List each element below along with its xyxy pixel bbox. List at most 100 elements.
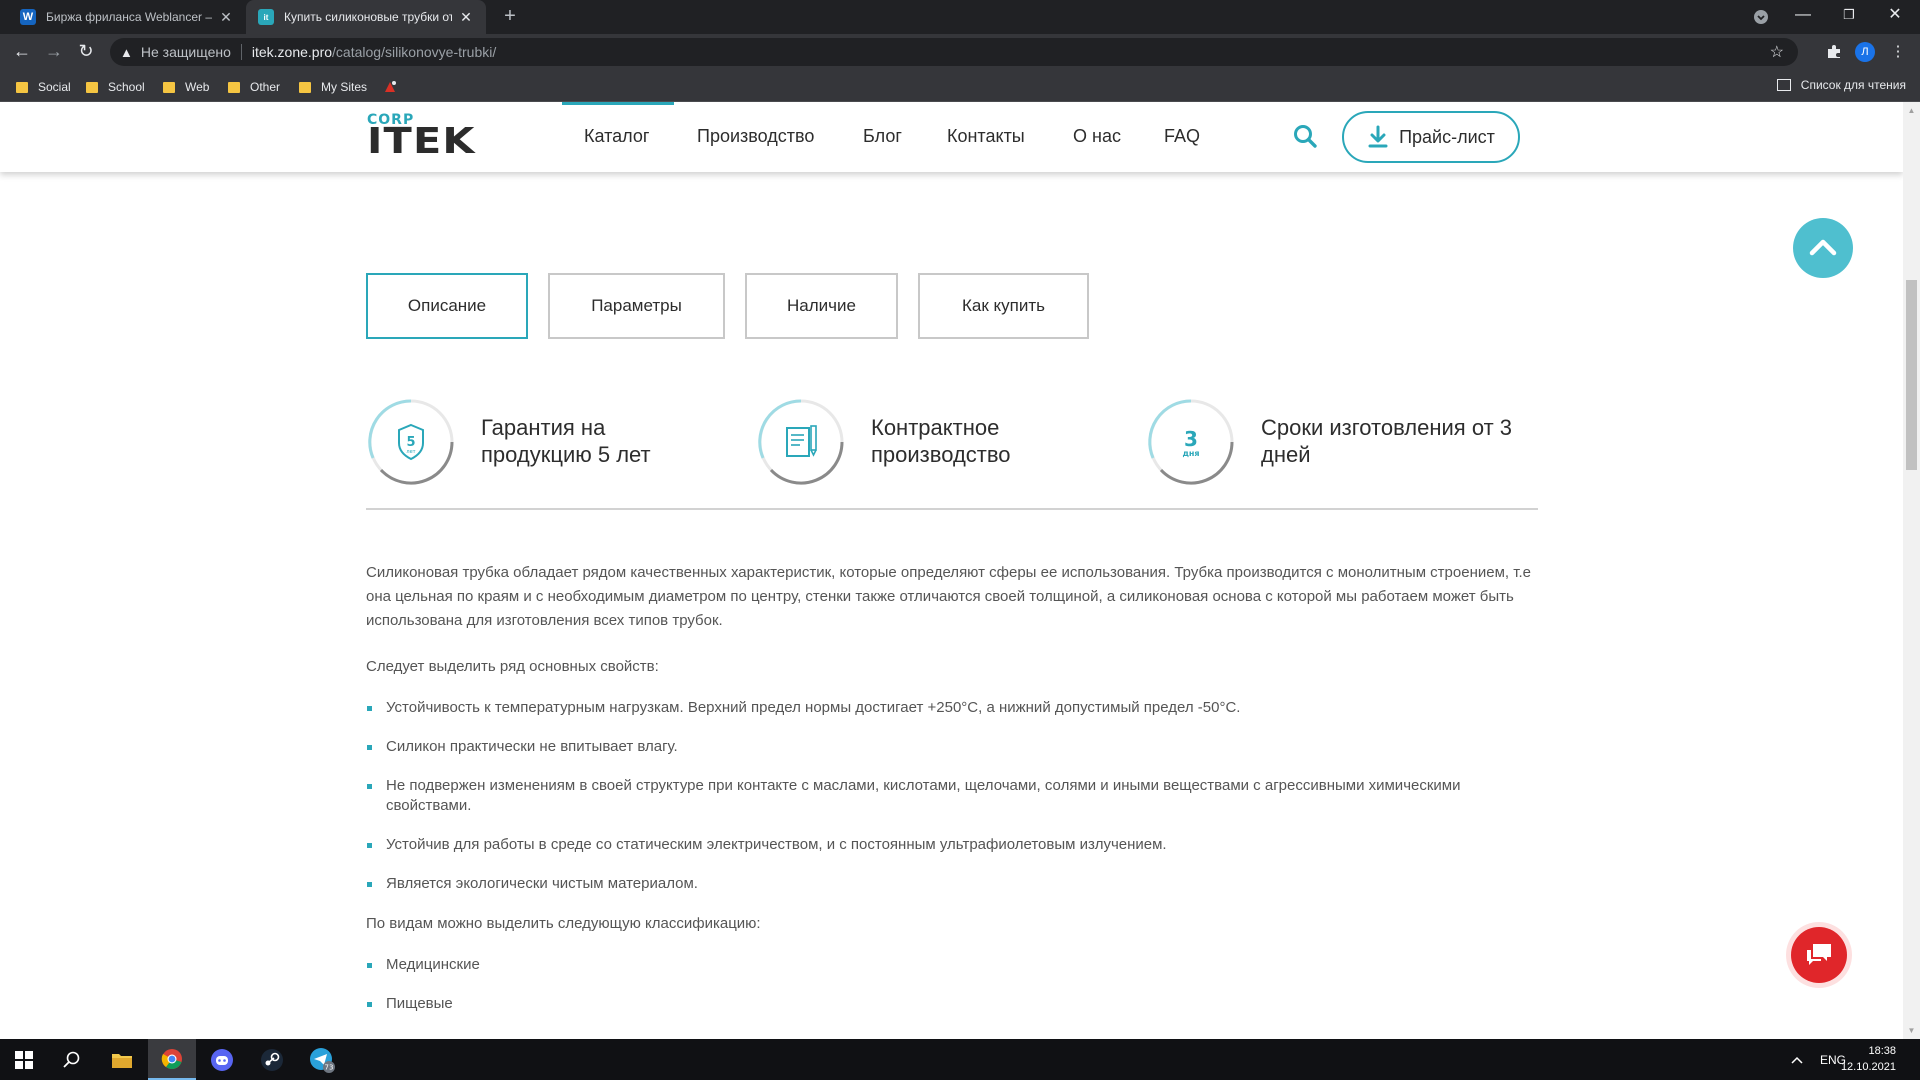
close-icon[interactable]: ✕: [218, 9, 234, 26]
page-scrollbar[interactable]: ▲ ▼: [1903, 102, 1920, 1039]
feature-lead-time-text: Сроки изготовления от 3 дней: [1261, 415, 1513, 467]
file-explorer-icon[interactable]: [98, 1039, 146, 1080]
forward-arrow-icon[interactable]: →: [42, 40, 66, 64]
bookmark-folder-social[interactable]: Social: [16, 78, 71, 96]
bookmark-folder-web[interactable]: Web: [163, 78, 209, 96]
extensions-puzzle-icon[interactable]: [1822, 40, 1846, 64]
security-status[interactable]: Не защищено: [141, 44, 231, 60]
itek-favicon-icon: it: [258, 9, 274, 25]
list-item-text: Является экологически чистым материалом.: [386, 875, 698, 892]
discord-icon[interactable]: [198, 1039, 246, 1080]
price-list-button[interactable]: Прайс-лист: [1342, 111, 1520, 163]
search-icon[interactable]: [1292, 123, 1318, 149]
nav-blog[interactable]: Блог: [863, 126, 902, 147]
folder-icon: [163, 81, 175, 93]
shield-5-years-icon: 5 лет: [368, 399, 454, 485]
restore-button[interactable]: ❐: [1826, 0, 1872, 34]
description-intro: Силиконовая трубка обладает рядом качест…: [366, 564, 1531, 629]
feature-warranty: 5 лет Гарантия на продукцию 5 лет: [367, 398, 707, 488]
three-days-icon: 3 дня: [1148, 399, 1234, 485]
tab-title: Биржа фриланса Weblancer — с: [46, 10, 212, 24]
search-icon[interactable]: [48, 1039, 96, 1080]
new-tab-button[interactable]: +: [498, 5, 522, 29]
list-item-text: Устойчив для работы в среде со статическ…: [386, 836, 1167, 853]
nav-contacts[interactable]: Контакты: [947, 126, 1025, 147]
svg-text:дня: дня: [1182, 449, 1199, 458]
list-item: Силикон практически не впитывает влагу.: [366, 737, 1538, 757]
bookmark-star-icon[interactable]: ☆: [1770, 42, 1784, 62]
telegram-icon[interactable]: 73: [298, 1039, 346, 1080]
bookmark-label: Web: [185, 80, 210, 94]
bookmark-label: My Sites: [321, 80, 368, 94]
windows-taskbar: 73 ENG 18:38 12.10.2021: [0, 1039, 1920, 1080]
itek-logo[interactable]: CORP ITEK: [367, 113, 491, 160]
taskbar-clock[interactable]: 18:38 12.10.2021: [1841, 1043, 1896, 1075]
bookmark-folder-other[interactable]: Other: [228, 78, 280, 96]
bullet-icon: [367, 784, 372, 789]
bookmark-folder-my-sites[interactable]: My Sites: [299, 78, 367, 96]
section-divider: [366, 508, 1538, 510]
tab-description[interactable]: Описание: [366, 273, 528, 339]
chat-bubble-inner: [1791, 927, 1847, 983]
divider: [240, 44, 242, 60]
tray-chevron-up-icon[interactable]: [1790, 1039, 1804, 1080]
list-item: Медицинские: [366, 955, 1538, 975]
reading-list-button[interactable]: Список для чтения: [1776, 78, 1906, 92]
close-window-button[interactable]: ✕: [1872, 0, 1918, 34]
browser-tab-strip: W Биржа фриланса Weblancer — с ✕ it Купи…: [0, 0, 1920, 34]
nav-accent-bar: [562, 102, 674, 105]
list-item: Является экологически чистым материалом.: [366, 874, 1538, 894]
bookmark-folder-school[interactable]: School: [86, 78, 145, 96]
feature-warranty-text: Гарантия на продукцию 5 лет: [481, 415, 651, 467]
svg-text:5: 5: [406, 435, 415, 450]
list-item: Пищевые: [366, 994, 1538, 1014]
tab-parameters[interactable]: Параметры: [548, 273, 725, 339]
close-icon[interactable]: ✕: [458, 9, 474, 26]
minimize-button[interactable]: —: [1780, 0, 1826, 34]
scroll-down-arrow-icon[interactable]: ▼: [1907, 1026, 1916, 1035]
weblancer-favicon-icon: W: [20, 9, 36, 25]
chrome-icon[interactable]: [148, 1039, 196, 1080]
classification-heading: По видам можно выделить следующую класси…: [366, 915, 761, 932]
bullet-icon: [367, 1002, 372, 1007]
chat-widget-button[interactable]: [1786, 922, 1852, 988]
url-host: itek.zone.pro: [251, 44, 333, 60]
nav-production[interactable]: Производство: [697, 126, 814, 147]
url-path: /catalog/silikonovye-trubki/: [332, 44, 497, 60]
feature-contract-text: Контрактное производство: [871, 415, 1011, 467]
reload-icon[interactable]: ↻: [74, 40, 98, 64]
bookmark-pdf-icon[interactable]: [382, 78, 398, 96]
nav-catalog[interactable]: Каталог: [584, 126, 649, 147]
bullet-icon: [367, 706, 372, 711]
bullet-icon: [367, 963, 372, 968]
bookmark-label: Social: [38, 80, 71, 94]
list-item: Не подвержен изменениям в своей структур…: [366, 776, 1538, 816]
scroll-up-arrow-icon[interactable]: ▲: [1907, 106, 1916, 115]
profile-avatar[interactable]: Л: [1855, 42, 1875, 62]
warning-icon[interactable]: ▲: [120, 45, 133, 60]
tab-weblancer[interactable]: W Биржа фриланса Weblancer — с ✕: [8, 0, 246, 34]
bookmark-label: Other: [250, 80, 281, 94]
nav-faq[interactable]: FAQ: [1164, 126, 1200, 147]
nav-about[interactable]: О нас: [1073, 126, 1121, 147]
scroll-to-top-button[interactable]: [1793, 218, 1853, 278]
windows-start-icon[interactable]: [0, 1039, 48, 1080]
tab-itek[interactable]: it Купить силиконовые трубки от ✕: [246, 0, 486, 34]
tab-how-to-buy[interactable]: Как купить: [918, 273, 1089, 339]
kebab-menu-icon[interactable]: ⋮: [1886, 40, 1910, 64]
svg-text:лет: лет: [406, 449, 415, 455]
list-item-text: Устойчивость к температурным нагрузкам. …: [386, 699, 1241, 716]
address-bar[interactable]: ▲ Не защищено itek.zone.pro/catalog/sili…: [110, 38, 1798, 66]
download-icon: [1368, 125, 1388, 148]
list-item-text: Не подвержен изменениям в своей структур…: [386, 777, 1461, 814]
tab-availability[interactable]: Наличие: [745, 273, 898, 339]
feature-lead-time: 3 дня Сроки изготовления от 3 дней: [1147, 398, 1537, 488]
folder-icon: [228, 81, 240, 93]
steam-icon[interactable]: [248, 1039, 296, 1080]
back-arrow-icon[interactable]: ←: [10, 40, 34, 64]
scrollbar-thumb[interactable]: [1906, 280, 1917, 470]
tab-search-icon[interactable]: [1738, 0, 1784, 34]
svg-text:3: 3: [1184, 427, 1198, 451]
browser-toolbar: ← → ↻ ▲ Не защищено itek.zone.pro/catalo…: [0, 34, 1920, 70]
list-item-text: Медицинские: [386, 956, 480, 973]
